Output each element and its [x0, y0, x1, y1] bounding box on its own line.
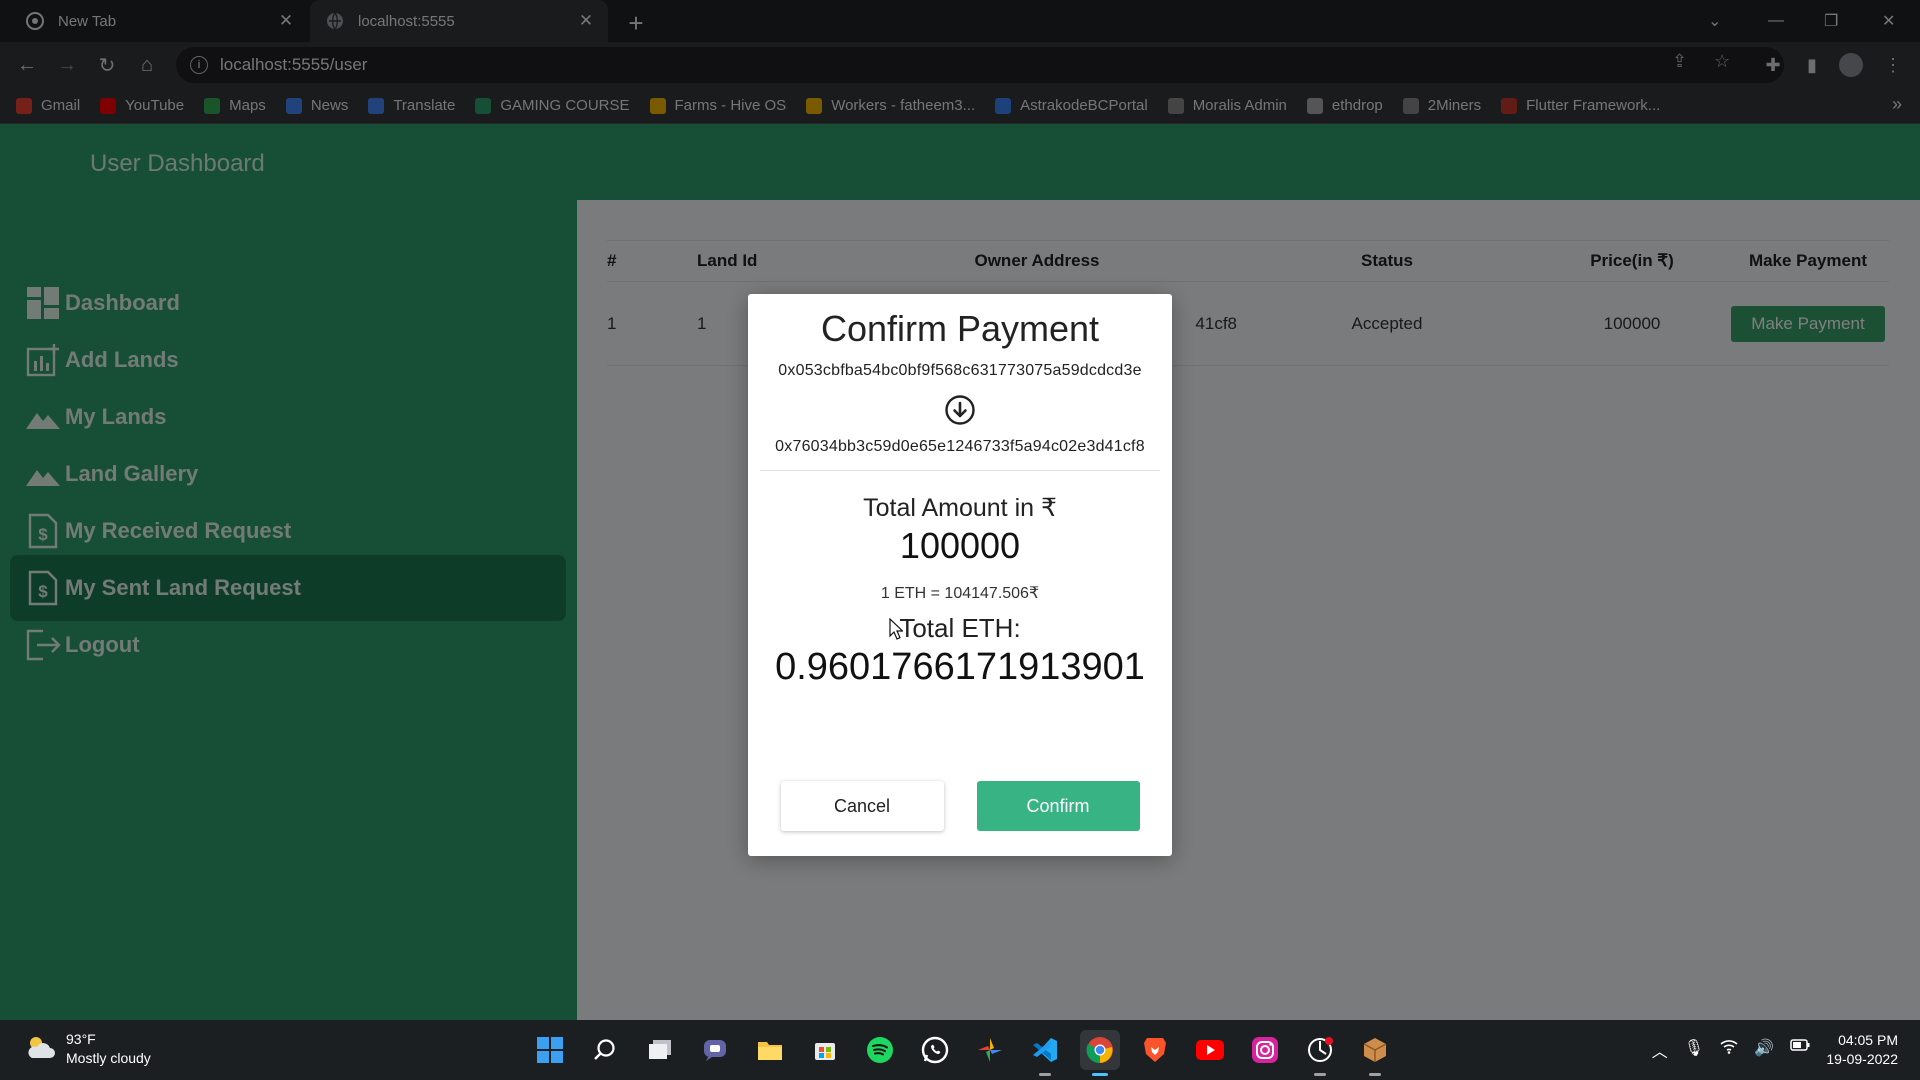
exchange-rate: 1 ETH = 104147.506₹ — [880, 585, 1040, 602]
modal-divider — [760, 470, 1160, 471]
openai-chat-icon[interactable] — [1300, 1030, 1340, 1076]
chevron-up-icon[interactable]: ︿ — [1652, 1038, 1668, 1062]
eth-label: Total ETH: — [899, 613, 1021, 643]
cancel-button[interactable]: Cancel — [780, 781, 944, 831]
box-app-icon[interactable] — [1355, 1030, 1395, 1076]
arrow-down-circle-icon — [944, 394, 976, 426]
weather-widget[interactable]: 93°F Mostly cloudy — [24, 1030, 151, 1068]
start-icon[interactable] — [530, 1030, 570, 1070]
spotify-icon[interactable] — [860, 1030, 900, 1070]
file-explorer-icon[interactable] — [750, 1030, 790, 1070]
wifi-icon[interactable] — [1720, 1038, 1738, 1062]
to-address: 0x76034bb3c59d0e65e1246733f5a94c02e3d41c… — [775, 438, 1145, 455]
volume-icon[interactable]: 🔊 — [1754, 1038, 1774, 1062]
photos-icon[interactable] — [970, 1030, 1010, 1070]
clock-date: 19-09-2022 — [1826, 1051, 1898, 1067]
system-tray: ︿ 🎙 🔊 — [1652, 1038, 1810, 1062]
windows-taskbar: 93°F Mostly cloudy ︿ 🎙 🔊 04:05 PM 19-09-… — [0, 1020, 1920, 1080]
modal-actions: Cancel Confirm — [748, 781, 1172, 831]
cloudy-icon — [24, 1034, 56, 1065]
brave-icon[interactable] — [1135, 1030, 1175, 1070]
amount-value: 100000 — [899, 525, 1021, 566]
modal-title: Confirm Payment — [820, 308, 1100, 349]
clock-time: 04:05 PM — [1838, 1032, 1898, 1048]
teams-chat-icon[interactable] — [695, 1030, 735, 1070]
instagram-icon[interactable] — [1245, 1030, 1285, 1070]
from-address: 0x053cbfba54bc0bf9f568c631773075a59dcdcd… — [778, 362, 1142, 379]
task-view-icon[interactable] — [640, 1030, 680, 1070]
eth-amount: 0.9601766171913901 — [775, 646, 1145, 688]
amount-label: Total Amount in ₹ — [863, 494, 1057, 522]
whatsapp-icon[interactable] — [915, 1030, 955, 1070]
microsoft-store-icon[interactable] — [805, 1030, 845, 1070]
microphone-icon[interactable]: 🎙 — [1684, 1038, 1704, 1062]
taskbar-clock[interactable]: 04:05 PM 19-09-2022 — [1826, 1031, 1898, 1069]
chrome-icon[interactable] — [1080, 1030, 1120, 1076]
youtube-icon[interactable] — [1190, 1030, 1230, 1070]
vscode-icon[interactable] — [1025, 1030, 1065, 1076]
battery-icon[interactable] — [1790, 1038, 1810, 1062]
confirm-payment-modal: Confirm Payment 0x053cbfba54bc0bf9f568c6… — [748, 294, 1172, 856]
search-icon[interactable] — [585, 1030, 625, 1070]
confirm-button[interactable]: Confirm — [976, 781, 1140, 831]
weather-condition: Mostly cloudy — [66, 1050, 151, 1066]
weather-temperature: 93°F — [66, 1031, 96, 1047]
taskbar-apps — [530, 1030, 1410, 1076]
